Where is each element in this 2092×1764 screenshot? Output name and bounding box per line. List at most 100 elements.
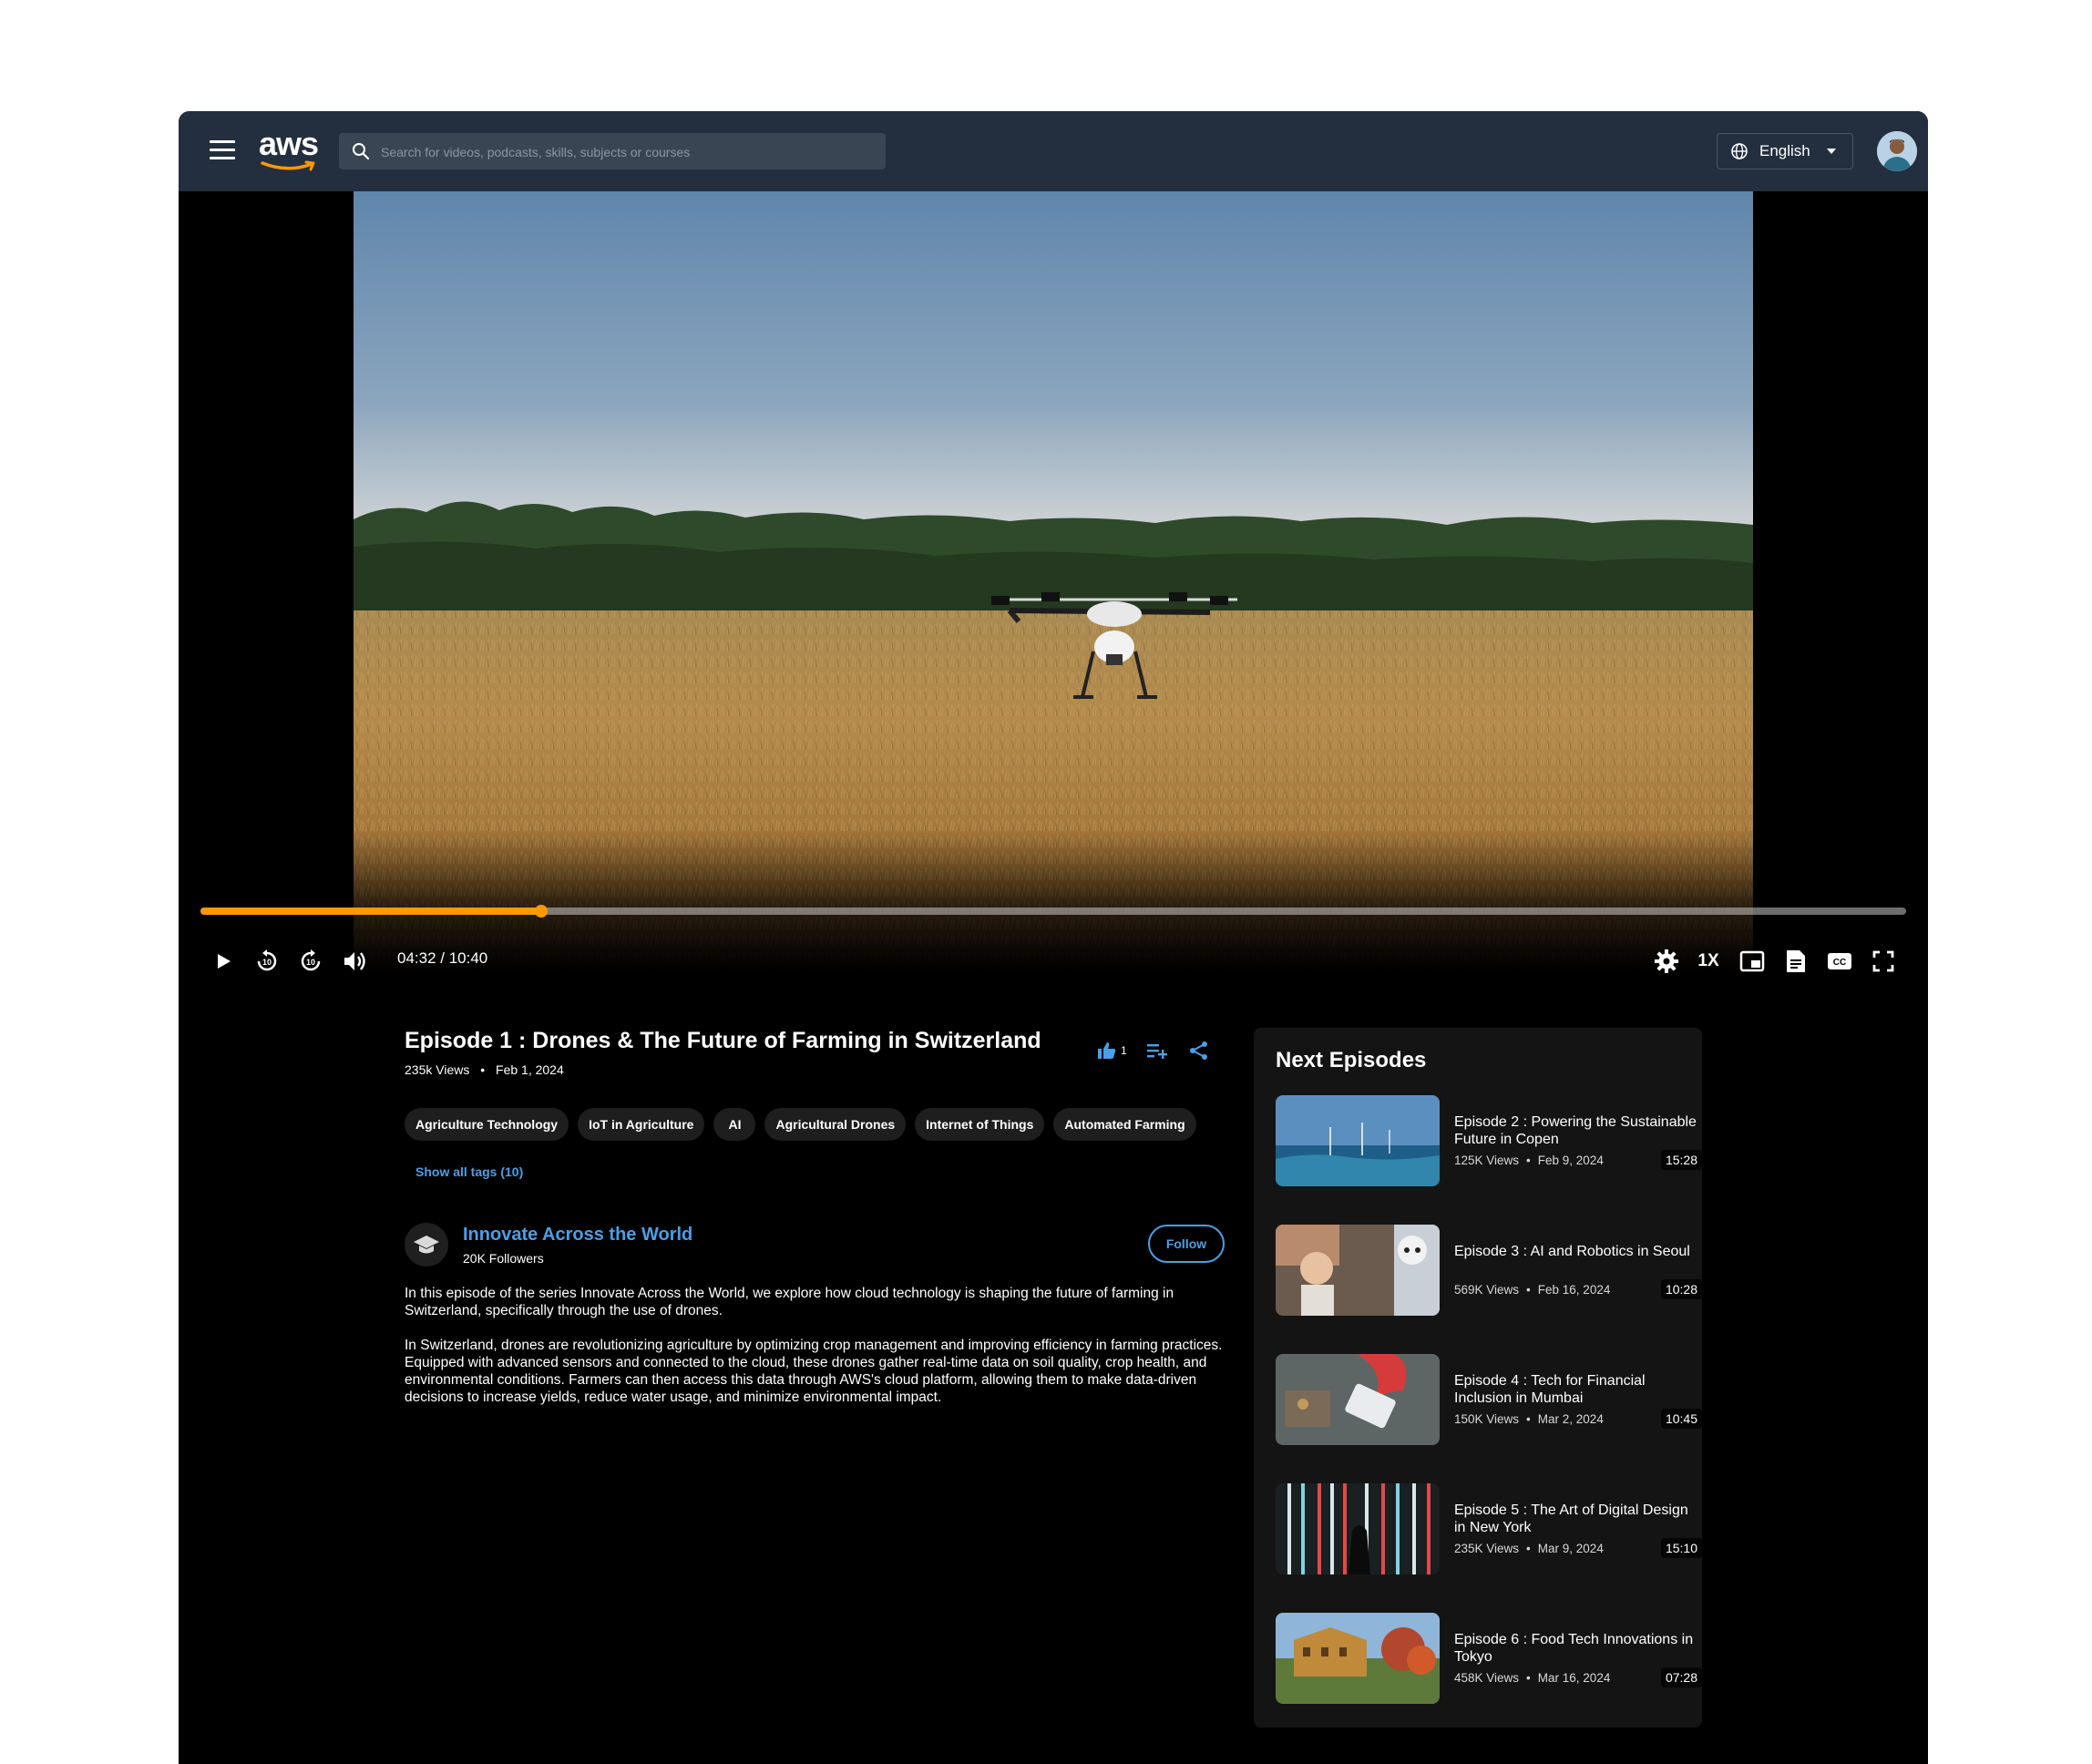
rewind-10-button[interactable]: 10	[253, 948, 281, 975]
next-episode-date: Mar 9, 2024	[1537, 1542, 1604, 1555]
svg-text:CC: CC	[1833, 958, 1846, 968]
next-episode-meta: 235K Views • Mar 9, 2024	[1454, 1542, 1604, 1555]
episode-description: In this episode of the series Innovate A…	[405, 1285, 1234, 1423]
next-episodes-heading: Next Episodes	[1276, 1048, 1427, 1072]
svg-text:10: 10	[262, 958, 272, 967]
share-icon	[1189, 1041, 1207, 1060]
svg-text:10: 10	[306, 958, 315, 967]
payment-terminal-thumbnail-image	[1276, 1354, 1440, 1445]
next-episode-date: Feb 9, 2024	[1537, 1154, 1604, 1167]
avatar-image	[1877, 131, 1917, 171]
next-episode-item[interactable]: 15:10 Episode 5 : The Art of Digital Des…	[1276, 1483, 1704, 1574]
episode-duration: 10:45	[1660, 1409, 1702, 1429]
gear-icon	[1655, 949, 1678, 973]
episode-thumbnail	[1276, 1613, 1440, 1704]
channel-avatar[interactable]	[405, 1223, 448, 1267]
next-episode-title: Episode 5 : The Art of Digital Design in…	[1454, 1502, 1688, 1535]
volume-button[interactable]	[341, 948, 368, 975]
episode-views: 235k Views	[405, 1062, 470, 1077]
volume-icon	[344, 952, 365, 970]
episode-thumbnail	[1276, 1354, 1440, 1445]
wind-farm-thumbnail-image	[1276, 1095, 1440, 1186]
next-episode-item[interactable]: 10:28 Episode 3 : AI and Robotics in Seo…	[1276, 1225, 1704, 1316]
graduation-cap-icon	[414, 1236, 439, 1254]
next-episode-views: 125K Views	[1454, 1154, 1520, 1167]
episode-meta: 235k Views • Feb 1, 2024	[405, 1062, 564, 1077]
add-to-playlist-button[interactable]	[1145, 1039, 1169, 1062]
top-bar: aws English	[179, 111, 1928, 191]
forward-10-button[interactable]: 10	[297, 948, 324, 975]
user-avatar[interactable]	[1877, 131, 1917, 171]
search-bar[interactable]	[339, 133, 886, 171]
playback-speed-button[interactable]: 1X	[1695, 948, 1722, 975]
description-paragraph: In Switzerland, drones are revolutionizi…	[405, 1338, 1223, 1405]
channel-followers: 20K Followers	[463, 1251, 544, 1266]
description-paragraph: In this episode of the series Innovate A…	[405, 1286, 1174, 1318]
episode-thumbnail	[1276, 1225, 1440, 1316]
episode-duration: 07:28	[1660, 1667, 1702, 1687]
picture-in-picture-button[interactable]	[1738, 948, 1766, 975]
thumbs-up-icon	[1098, 1042, 1116, 1059]
progress-bar[interactable]	[200, 905, 1906, 918]
tag-chip[interactable]: Automated Farming	[1053, 1108, 1196, 1141]
episode-thumbnail	[1276, 1095, 1440, 1186]
settings-button[interactable]	[1653, 948, 1680, 975]
logo-text: aws	[259, 125, 319, 162]
next-episode-views: 458K Views	[1454, 1671, 1520, 1685]
next-episode-views: 569K Views	[1454, 1283, 1520, 1297]
app-window: aws English	[179, 111, 1928, 1764]
tag-chip[interactable]: AI	[713, 1108, 756, 1141]
episode-duration: 15:10	[1660, 1538, 1702, 1558]
channel-name-link[interactable]: Innovate Across the World	[463, 1225, 692, 1246]
language-selector[interactable]: English	[1717, 133, 1853, 169]
next-episode-views: 150K Views	[1454, 1412, 1520, 1426]
transcript-icon	[1787, 950, 1805, 972]
closed-captions-button[interactable]: CC	[1826, 948, 1853, 975]
next-episode-title: Episode 3 : AI and Robotics in Seoul	[1454, 1244, 1690, 1259]
fullscreen-icon	[1872, 950, 1894, 972]
next-episode-date: Mar 2, 2024	[1537, 1412, 1604, 1426]
next-episode-meta: 569K Views • Feb 16, 2024	[1454, 1283, 1611, 1297]
search-icon[interactable]	[352, 142, 370, 160]
next-episode-title: Episode 2 : Powering the Sustainable Fut…	[1454, 1114, 1697, 1147]
tag-chip[interactable]: IoT in Agriculture	[578, 1108, 705, 1141]
closed-captions-icon: CC	[1828, 953, 1851, 969]
episode-actions: 1	[1097, 1039, 1211, 1062]
progress-fill	[200, 908, 542, 915]
share-button[interactable]	[1187, 1039, 1211, 1062]
next-episode-item[interactable]: 10:45 Episode 4 : Tech for Financial Inc…	[1276, 1354, 1704, 1445]
next-episode-date: Feb 16, 2024	[1537, 1283, 1611, 1297]
speed-label: 1X	[1697, 951, 1719, 970]
play-button[interactable]	[210, 948, 237, 975]
episode-date: Feb 1, 2024	[496, 1062, 564, 1077]
language-label: English	[1759, 142, 1810, 159]
tag-list: Agriculture Technology IoT in Agricultur…	[405, 1108, 1205, 1141]
aws-logo[interactable]: aws	[259, 128, 323, 175]
next-episode-meta: 125K Views • Feb 9, 2024	[1454, 1154, 1604, 1167]
tokyo-building-thumbnail-image	[1276, 1613, 1440, 1704]
follow-button[interactable]: Follow	[1148, 1225, 1225, 1263]
time-display: 04:32 / 10:40	[397, 949, 488, 967]
like-button[interactable]: 1	[1097, 1041, 1127, 1061]
search-input[interactable]	[379, 133, 875, 171]
robot-child-thumbnail-image	[1276, 1225, 1440, 1316]
show-all-tags-link[interactable]: Show all tags (10)	[415, 1164, 523, 1179]
next-episode-item[interactable]: 07:28 Episode 6 : Food Tech Innovations …	[1276, 1613, 1704, 1704]
next-episode-title: Episode 6 : Food Tech Innovations in Tok…	[1454, 1632, 1694, 1665]
rewind-10-icon: 10	[257, 949, 277, 971]
next-episode-meta: 458K Views • Mar 16, 2024	[1454, 1671, 1611, 1685]
globe-icon	[1731, 143, 1748, 159]
tag-chip[interactable]: Agricultural Drones	[764, 1108, 907, 1141]
tag-chip[interactable]: Agriculture Technology	[405, 1108, 569, 1141]
forward-10-icon: 10	[301, 949, 321, 971]
episode-duration: 10:28	[1660, 1279, 1702, 1299]
tag-chip[interactable]: Internet of Things	[915, 1108, 1045, 1141]
playlist-add-icon	[1146, 1044, 1167, 1059]
next-episode-item[interactable]: 15:28 Episode 2 : Powering the Sustainab…	[1276, 1095, 1704, 1186]
episode-duration: 15:28	[1660, 1150, 1702, 1170]
hamburger-menu-icon[interactable]	[210, 140, 235, 162]
digital-art-thumbnail-image	[1276, 1483, 1440, 1574]
fullscreen-button[interactable]	[1870, 948, 1897, 975]
transcript-button[interactable]	[1782, 948, 1810, 975]
aws-smile-icon	[261, 160, 315, 171]
